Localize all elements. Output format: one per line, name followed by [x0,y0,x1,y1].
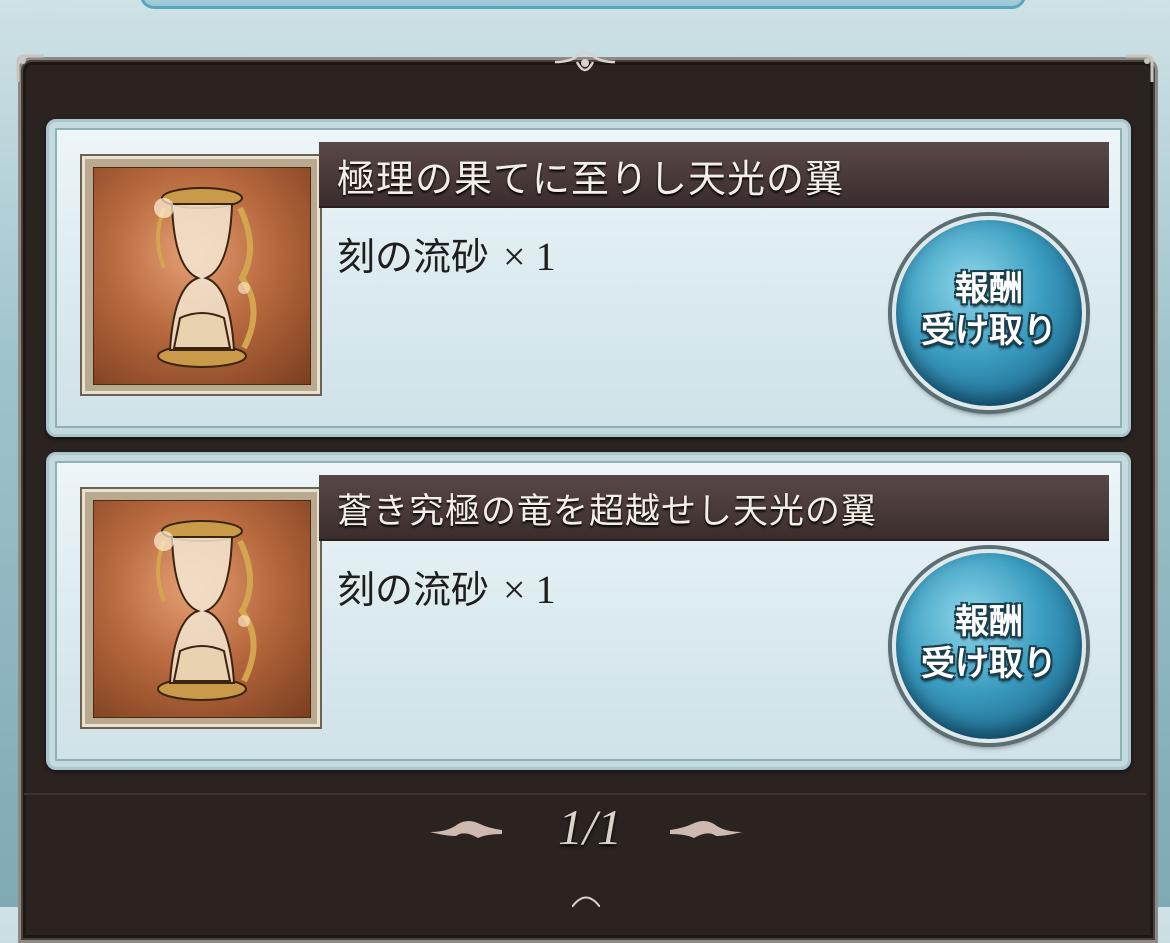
claim-reward-button[interactable]: 報酬 受け取り [892,216,1086,410]
item-quantity: × 1 [503,567,556,612]
reward-title-bar: 極理の果てに至りし天光の翼 [319,142,1109,208]
hourglass-icon [93,167,311,385]
item-thumbnail [82,156,320,394]
reward-item: 刻の流砂 × 1 [337,226,556,281]
arrow-right-icon[interactable] [668,818,744,840]
pagination-divider [24,793,1146,795]
panel-crest-icon [555,50,615,72]
reward-card: 蒼き究極の竜を超越せし天光の翼 刻の流砂 × 1 報酬 受け取り [46,452,1131,770]
item-name: 刻の流砂 [337,235,490,279]
reward-card: 極理の果てに至りし天光の翼 刻の流砂 × 1 報酬 受け取り [46,119,1131,437]
item-thumbnail [82,489,320,727]
arrow-left-icon[interactable] [428,818,504,840]
item-name: 刻の流砂 [337,568,490,612]
claim-label-line1: 報酬 [955,602,1023,642]
claim-label-line2: 受け取り [921,311,1057,351]
item-quantity: × 1 [503,234,556,279]
reward-title-bar: 蒼き究極の竜を超越せし天光の翼 [319,475,1109,541]
reward-item: 刻の流砂 × 1 [337,559,556,614]
claim-label-line1: 報酬 [955,269,1023,309]
panel-crest-icon [572,896,600,907]
claim-label-line2: 受け取り [921,644,1057,684]
corner-ornament-icon [16,54,44,82]
top-panel-edge [140,0,1026,9]
claim-reward-button[interactable]: 報酬 受け取り [892,549,1086,743]
reward-title: 極理の果てに至りし天光の翼 [337,157,845,201]
hourglass-icon [93,500,311,718]
corner-ornament-icon [1126,54,1154,82]
page-indicator: 1/1 [558,799,622,855]
reward-title: 蒼き究極の竜を超越せし天光の翼 [337,492,878,532]
